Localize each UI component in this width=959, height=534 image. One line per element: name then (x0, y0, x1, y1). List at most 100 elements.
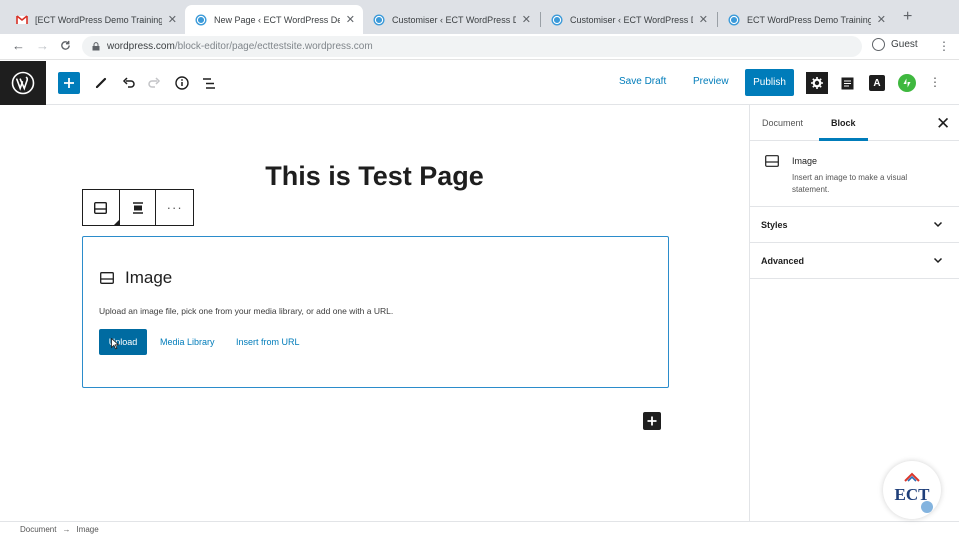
reload-icon[interactable] (60, 40, 71, 51)
save-draft-button[interactable]: Save Draft (619, 76, 666, 87)
block-card-description: Insert an image to make a visual stateme… (792, 173, 908, 194)
image-icon (765, 155, 779, 167)
redo-button[interactable] (143, 72, 165, 94)
url-path: /block-editor/page/ecttestsite.wordpress… (174, 41, 373, 52)
plus-icon (64, 78, 74, 88)
more-block-options-button[interactable]: ··· (156, 190, 193, 225)
block-card: Image Insert an image to make a visual s… (750, 141, 959, 207)
more-options-icon[interactable]: ⋮ (929, 75, 941, 89)
browser-menu-icon[interactable]: ⋮ (938, 39, 950, 53)
amp-button[interactable]: A (869, 75, 885, 91)
settings-sidebar: Document Block ✕ Image Insert an image t… (749, 105, 959, 521)
close-tab-icon[interactable]: ✕ (877, 13, 886, 26)
ellipsis-icon: ··· (166, 200, 183, 215)
block-toolbar: ··· (82, 189, 194, 226)
browser-tab-title: Customiser ‹ ECT WordPress D (392, 14, 516, 25)
add-block-button[interactable] (58, 72, 80, 94)
settings-button[interactable] (806, 72, 828, 94)
info-icon (175, 76, 189, 90)
breadcrumb: Document → Image (20, 525, 99, 534)
wordpress-icon (551, 14, 563, 25)
align-button[interactable] (120, 190, 157, 225)
dropdown-corner-indicator (113, 220, 119, 225)
wordpress-icon (373, 14, 385, 25)
profile-button[interactable]: Guest (872, 38, 918, 51)
mouse-cursor-icon (111, 338, 119, 350)
back-arrow-icon[interactable]: ← (12, 38, 25, 53)
styles-panel[interactable]: Styles (750, 207, 959, 243)
image-block-heading: Image (100, 268, 172, 288)
browser-tab[interactable]: [ECT WordPress Demo Training ✕ (6, 5, 185, 34)
undo-icon (122, 77, 135, 88)
insert-from-url-button[interactable]: Insert from URL (236, 337, 300, 347)
tab-block[interactable]: Block (831, 118, 856, 128)
close-tab-icon[interactable]: ✕ (346, 13, 355, 26)
undo-button[interactable] (117, 72, 139, 94)
browser-tab-bar: [ECT WordPress Demo Training ✕ New Page … (0, 0, 959, 34)
block-navigation-button[interactable] (198, 72, 220, 94)
browser-tab[interactable]: ECT WordPress Demo Training ✕ (718, 5, 894, 34)
close-tab-icon[interactable]: ✕ (168, 13, 177, 26)
tab-document[interactable]: Document (762, 118, 803, 128)
advanced-panel[interactable]: Advanced (750, 243, 959, 279)
plus-icon (647, 416, 657, 426)
layout-button[interactable] (836, 72, 858, 94)
address-bar[interactable]: wordpress.com/block-editor/page/ecttests… (82, 36, 862, 57)
pencil-icon (95, 77, 107, 89)
avatar-icon (872, 38, 885, 51)
block-inserter-button[interactable] (643, 412, 661, 430)
editor-header: Save Draft Preview Publish A ⋮ (0, 61, 959, 105)
forward-arrow-icon[interactable]: → (36, 38, 49, 53)
browser-tab[interactable]: Customiser ‹ ECT WordPress D ✕ (541, 5, 716, 34)
watermark-text: ECT (895, 485, 931, 504)
close-tab-icon[interactable]: ✕ (699, 13, 708, 26)
browser-tab-active[interactable]: New Page ‹ ECT WordPress De ✕ (185, 5, 363, 34)
browser-tab-title: New Page ‹ ECT WordPress De (214, 14, 340, 25)
image-block-title: Image (125, 268, 173, 287)
preview-button[interactable]: Preview (693, 76, 729, 87)
gear-icon (811, 77, 823, 89)
page-title[interactable]: This is Test Page (0, 161, 749, 192)
wordpress-icon (728, 14, 740, 25)
lock-icon (92, 42, 100, 51)
publish-button[interactable]: Publish (745, 69, 794, 96)
ect-watermark-logo: ECT (883, 461, 941, 519)
breadcrumb-image[interactable]: Image (76, 525, 98, 534)
image-icon (100, 272, 114, 284)
new-tab-button[interactable]: + (903, 8, 912, 26)
chevron-down-icon (933, 221, 943, 228)
wordpress-icon (195, 14, 207, 25)
browser-tab[interactable]: Customiser ‹ ECT WordPress D ✕ (363, 5, 539, 34)
chevron-down-icon (933, 257, 943, 264)
block-switcher-button[interactable] (83, 190, 120, 225)
layout-icon (841, 77, 853, 89)
breadcrumb-document[interactable]: Document (20, 525, 56, 534)
image-block-icon (94, 201, 108, 214)
browser-tab-title: [ECT WordPress Demo Training (35, 14, 162, 25)
close-icon[interactable]: ✕ (936, 115, 950, 132)
advanced-panel-label: Advanced (761, 256, 805, 266)
list-view-icon (203, 77, 215, 89)
profile-label: Guest (891, 39, 918, 50)
editor-canvas: This is Test Page ··· Image Upload an im… (0, 105, 749, 521)
browser-tab-title: ECT WordPress Demo Training (747, 14, 871, 25)
breadcrumb-separator: → (62, 525, 71, 534)
image-block-instructions: Upload an image file, pick one from your… (99, 306, 394, 316)
redo-icon (147, 77, 160, 88)
align-center-icon (132, 201, 143, 214)
media-library-button[interactable]: Media Library (160, 337, 215, 347)
wordpress-logo-icon[interactable] (0, 61, 46, 105)
jetpack-icon[interactable] (898, 74, 916, 92)
browser-tab-title: Customiser ‹ ECT WordPress D (570, 14, 693, 25)
gmail-icon (16, 14, 28, 24)
content-info-button[interactable] (171, 72, 193, 94)
browser-nav-bar: ← → wordpress.com/block-editor/page/ectt… (0, 34, 959, 60)
upload-button[interactable]: Upload (99, 329, 147, 355)
url-domain: wordpress.com (107, 41, 175, 52)
block-card-title: Image (792, 156, 818, 166)
close-tab-icon[interactable]: ✕ (522, 13, 531, 26)
tools-button[interactable] (90, 72, 112, 94)
editor-footer: Document → Image (0, 521, 959, 534)
image-block-placeholder[interactable]: Image Upload an image file, pick one fro… (82, 236, 669, 388)
styles-panel-label: Styles (761, 220, 788, 230)
